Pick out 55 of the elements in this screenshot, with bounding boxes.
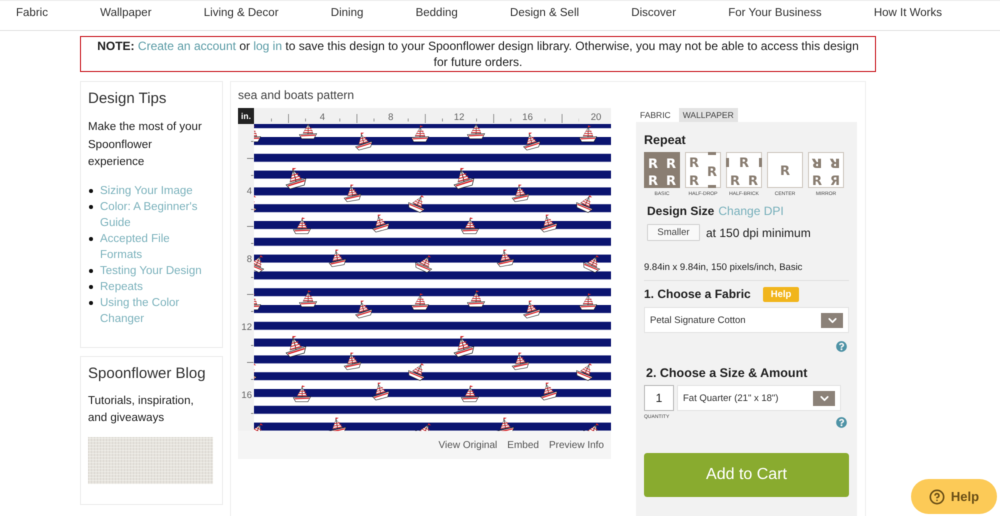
chevron-down-icon — [813, 390, 835, 406]
nav-link[interactable]: Design & Sell — [510, 6, 580, 20]
repeat-tile: R — [767, 152, 803, 188]
section-title: Design Size — [647, 203, 714, 219]
card-intro: Make the most of your Spoonflower experience — [88, 120, 203, 170]
section-title: 1. Choose a Fabric — [644, 286, 751, 302]
preview-link[interactable]: Embed — [507, 440, 539, 450]
repeat-tile: ᴚ ᴚ R Я — [808, 152, 844, 188]
bullet-icon — [89, 204, 93, 208]
ruler-label: 4 — [320, 113, 326, 123]
dpi-note: at 150 dpi minimum — [706, 224, 811, 240]
ruler-label: 16 — [241, 391, 252, 401]
ruler-label: 12 — [454, 113, 464, 123]
design-title: sea and boats pattern — [238, 88, 356, 102]
section-title: Repeat — [644, 132, 687, 148]
ruler-label: 12 — [241, 323, 252, 333]
nav-link[interactable]: Discover — [631, 6, 676, 20]
smaller-button[interactable]: Smaller — [647, 224, 700, 241]
chevron-down-icon — [821, 312, 843, 328]
help-icon[interactable] — [836, 417, 847, 428]
ruler-label: 4 — [246, 187, 252, 197]
repeat-tile: R R R — [726, 152, 762, 188]
preview-link[interactable]: View Original — [438, 440, 498, 450]
bullet-icon — [89, 284, 93, 288]
size-summary: 9.84in x 9.84in, 150 pixels/inch, Basic — [644, 262, 804, 274]
size-select[interactable]: Fat Quarter (21" x 18") — [677, 385, 841, 411]
unit-label: in. — [238, 108, 254, 124]
nav-link[interactable]: Wallpaper — [100, 6, 152, 20]
help-button[interactable]: Help — [911, 479, 997, 514]
help-icon — [928, 488, 945, 504]
card-title: Spoonflower Blog — [88, 364, 207, 384]
nav-link[interactable]: Living & Decor — [204, 6, 279, 20]
section-title: 2. Choose a Size & Amount — [646, 365, 808, 381]
bullet-icon — [89, 300, 93, 304]
bullet-icon — [89, 236, 93, 240]
bullet-icon — [89, 188, 93, 192]
ruler-label: 8 — [246, 255, 252, 265]
nav-link[interactable]: How It Works — [874, 6, 942, 20]
ruler-label: 20 — [590, 113, 602, 123]
quantity-field[interactable]: 1 — [644, 385, 674, 411]
card-intro: Tutorials, inspiration, and giveaways — [88, 394, 195, 426]
nav-link[interactable]: Fabric — [16, 6, 48, 20]
card-title: Design Tips — [88, 89, 168, 109]
preview-link[interactable]: Preview Info — [548, 440, 604, 450]
nav-link[interactable]: Dining — [330, 6, 364, 20]
notice-text: NOTE: Create an account or log in to save this design to your Spoonflower design library. Otherwise, you may not be able to access this design for future orders. — [96, 38, 860, 70]
help-icon[interactable] — [836, 341, 847, 352]
product-tab[interactable]: WALLPAPER — [678, 108, 738, 122]
nav-link[interactable]: Bedding — [416, 6, 458, 20]
bullet-icon — [89, 268, 93, 272]
fabric-select[interactable]: Petal Signature Cotton — [644, 307, 849, 333]
repeat-tile: R R R R — [644, 152, 680, 188]
ruler-label: 8 — [388, 113, 394, 123]
nav-link[interactable]: For Your Business — [728, 6, 822, 20]
ruler-label: 16 — [522, 113, 533, 123]
